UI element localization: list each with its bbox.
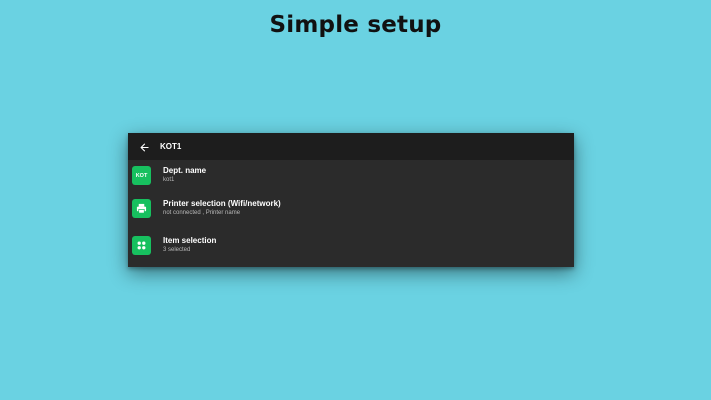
arrow-left-icon — [140, 137, 149, 156]
item-selection-setting[interactable]: Item selection 3 selected — [128, 233, 574, 257]
page-headline: Simple setup — [269, 12, 442, 38]
back-button[interactable] — [133, 133, 155, 160]
dept-name-value: kot1 — [163, 177, 175, 183]
dept-name-setting[interactable]: KOT Dept. name kot1 — [128, 164, 574, 188]
item-selection-title: Item selection — [163, 236, 217, 245]
toolbar-title: KOT1 — [160, 142, 182, 151]
kot-badge-icon: KOT — [132, 166, 151, 185]
printer-icon — [132, 199, 151, 218]
kot-badge-label: KOT — [135, 172, 148, 179]
item-selection-count: 3 selected — [163, 247, 191, 253]
printer-selection-setting[interactable]: Printer selection (Wifi/network) not con… — [128, 196, 574, 220]
dept-name-title: Dept. name — [163, 166, 207, 175]
app-toolbar: KOT1 — [128, 133, 574, 160]
printer-selection-title: Printer selection (Wifi/network) — [163, 199, 281, 208]
item-grid-icon — [132, 236, 151, 255]
app-window: KOT1 KOT Dept. name kot1 Printer selecti… — [128, 133, 574, 267]
printer-selection-status: not connected , Printer name — [163, 210, 241, 216]
